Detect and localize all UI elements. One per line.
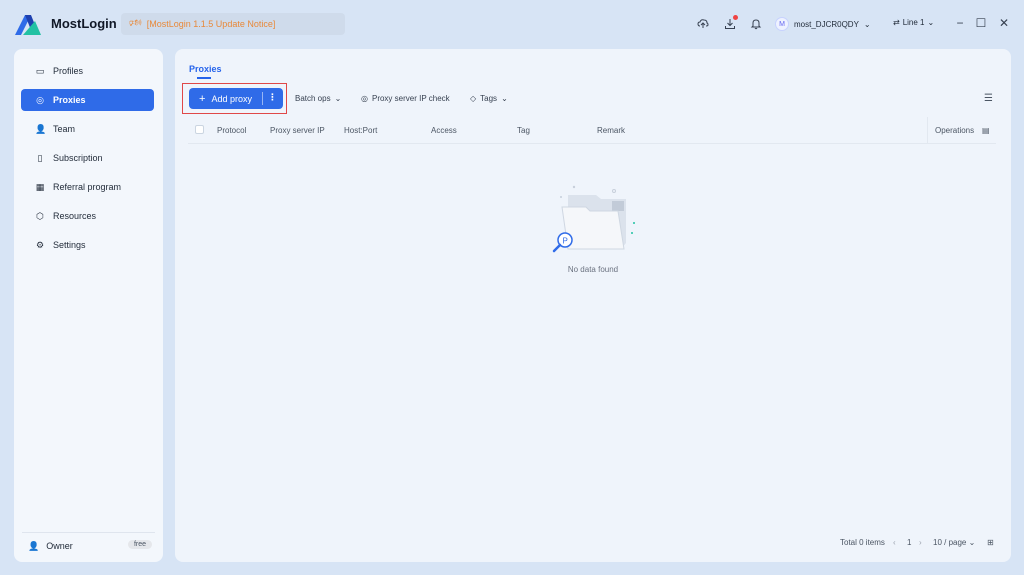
column-settings-icon[interactable]: ▤ <box>982 126 990 135</box>
line-selector[interactable]: ⇄ Line 1 ⌄ <box>893 18 934 27</box>
close-button[interactable]: ✕ <box>995 14 1013 32</box>
tag-icon: ◇ <box>470 94 477 103</box>
tab-indicator <box>197 77 211 79</box>
line-icon: ⇄ <box>893 18 900 27</box>
column-host-port: Host:Port <box>344 126 378 135</box>
tags-dropdown[interactable]: ◇ Tags ⌄ <box>470 94 508 103</box>
batch-ops-dropdown[interactable]: Batch ops ⌄ <box>295 94 341 103</box>
user-menu[interactable]: M most_DJCR0QDY ⌄ <box>775 14 871 34</box>
user-icon: 👤 <box>28 540 40 551</box>
sidebar-item-referral[interactable]: ▦ Referral program <box>21 176 154 198</box>
owner-role[interactable]: 👤 Owner free <box>28 538 152 554</box>
speaker-icon: 🕬 <box>129 17 142 29</box>
chevron-down-icon: ⌄ <box>968 538 976 547</box>
sidebar-item-resources[interactable]: ⬡ Resources <box>21 205 154 227</box>
resources-icon: ⬡ <box>36 210 44 221</box>
total-items: Total 0 items <box>840 538 885 547</box>
chevron-down-icon: ⌄ <box>501 94 508 103</box>
column-access: Access <box>431 126 457 135</box>
username: most_DJCR0QDY <box>794 19 859 29</box>
download-icon[interactable] <box>722 15 738 32</box>
column-operations: Operations <box>935 126 975 135</box>
tags-label: Tags <box>480 94 498 103</box>
ip-check-label: Proxy server IP check <box>371 94 450 103</box>
settings-icon: ⚙ <box>35 239 45 250</box>
column-remark: Remark <box>597 126 626 135</box>
column-tag: Tag <box>517 126 530 135</box>
sidebar-item-proxies[interactable]: ◎ Proxies <box>21 89 154 111</box>
current-page[interactable]: 1 <box>907 538 911 547</box>
more-options-icon[interactable]: ⋮ <box>268 92 277 103</box>
tab-proxies[interactable]: Proxies <box>189 64 222 74</box>
profiles-icon: ▭ <box>35 65 45 76</box>
app-title: MostLogin <box>51 16 117 31</box>
page-size-label: 10 / page <box>933 538 967 547</box>
minimize-button[interactable]: − <box>951 14 969 32</box>
plan-badge: free <box>127 540 152 549</box>
plus-icon: + <box>199 92 206 105</box>
add-proxy-label: Add proxy <box>211 93 252 104</box>
filter-search-icon[interactable]: ☰ <box>984 93 993 104</box>
sidebar-item-label: Resources <box>53 211 97 221</box>
divider <box>927 117 928 144</box>
divider <box>22 532 155 533</box>
page-size-select[interactable]: 10 / page ⌄ <box>933 538 975 547</box>
sidebar-item-label: Team <box>53 124 76 134</box>
proxies-icon: ◎ <box>36 94 44 105</box>
chevron-down-icon: ⌄ <box>927 18 935 27</box>
next-page-button[interactable]: › <box>919 538 922 547</box>
sidebar-item-subscription[interactable]: ▯ Subscription <box>21 147 154 169</box>
team-icon: 👤 <box>35 123 47 134</box>
cloud-sync-icon[interactable] <box>695 16 711 32</box>
ip-check-button[interactable]: ◎ Proxy server IP check <box>361 94 450 103</box>
empty-state-text: No data found <box>567 265 619 274</box>
column-proxy-ip: Proxy server IP <box>270 126 325 135</box>
subscription-icon: ▯ <box>37 152 43 163</box>
notice-text: [MostLogin 1.1.5 Update Notice] <box>146 19 276 29</box>
update-notice[interactable]: 🕬 [MostLogin 1.1.5 Update Notice] <box>121 13 345 35</box>
sidebar-item-label: Referral program <box>53 182 122 192</box>
sidebar-item-settings[interactable]: ⚙ Settings <box>21 234 154 256</box>
table-header: Protocol Proxy server IP Host:Port Acces… <box>188 117 996 144</box>
sidebar-item-label: Profiles <box>53 66 84 76</box>
sidebar-item-team[interactable]: 👤 Team <box>21 118 154 140</box>
empty-folder-illustration: P <box>552 185 635 253</box>
button-divider <box>262 92 263 105</box>
sidebar-item-profiles[interactable]: ▭ Profiles <box>21 60 154 82</box>
add-proxy-button[interactable]: + Add proxy ⋮ <box>189 88 283 109</box>
shield-icon: ◎ <box>361 94 368 103</box>
select-all-checkbox[interactable] <box>195 125 204 134</box>
notification-dot <box>733 15 738 20</box>
maximize-button[interactable]: ☐ <box>972 14 990 32</box>
avatar: M <box>775 17 789 31</box>
sidebar-item-label: Settings <box>53 240 86 250</box>
grid-view-icon[interactable]: ⊞ <box>987 538 994 547</box>
sidebar-item-label: Proxies <box>53 95 86 105</box>
referral-icon: ▦ <box>35 181 45 192</box>
column-protocol: Protocol <box>217 126 247 135</box>
sidebar-item-label: Subscription <box>53 153 103 163</box>
main-panel: Proxies + Add proxy ⋮ Batch ops ⌄ ◎ Prox… <box>175 49 1011 562</box>
sidebar: ▭ Profiles ◎ Proxies 👤 Team ▯ Subscripti… <box>14 49 163 562</box>
bell-icon[interactable] <box>748 16 764 32</box>
chevron-down-icon: ⌄ <box>334 94 342 103</box>
svg-text:P: P <box>563 237 568 246</box>
owner-label: Owner <box>46 541 73 551</box>
chevron-down-icon: ⌄ <box>863 19 871 29</box>
mostlogin-logo <box>15 15 41 35</box>
line-label: Line 1 <box>902 18 925 27</box>
batch-ops-label: Batch ops <box>295 94 331 103</box>
prev-page-button[interactable]: ‹ <box>893 538 896 547</box>
title-bar: MostLogin 🕬 [MostLogin 1.1.5 Update Noti… <box>0 0 1024 48</box>
